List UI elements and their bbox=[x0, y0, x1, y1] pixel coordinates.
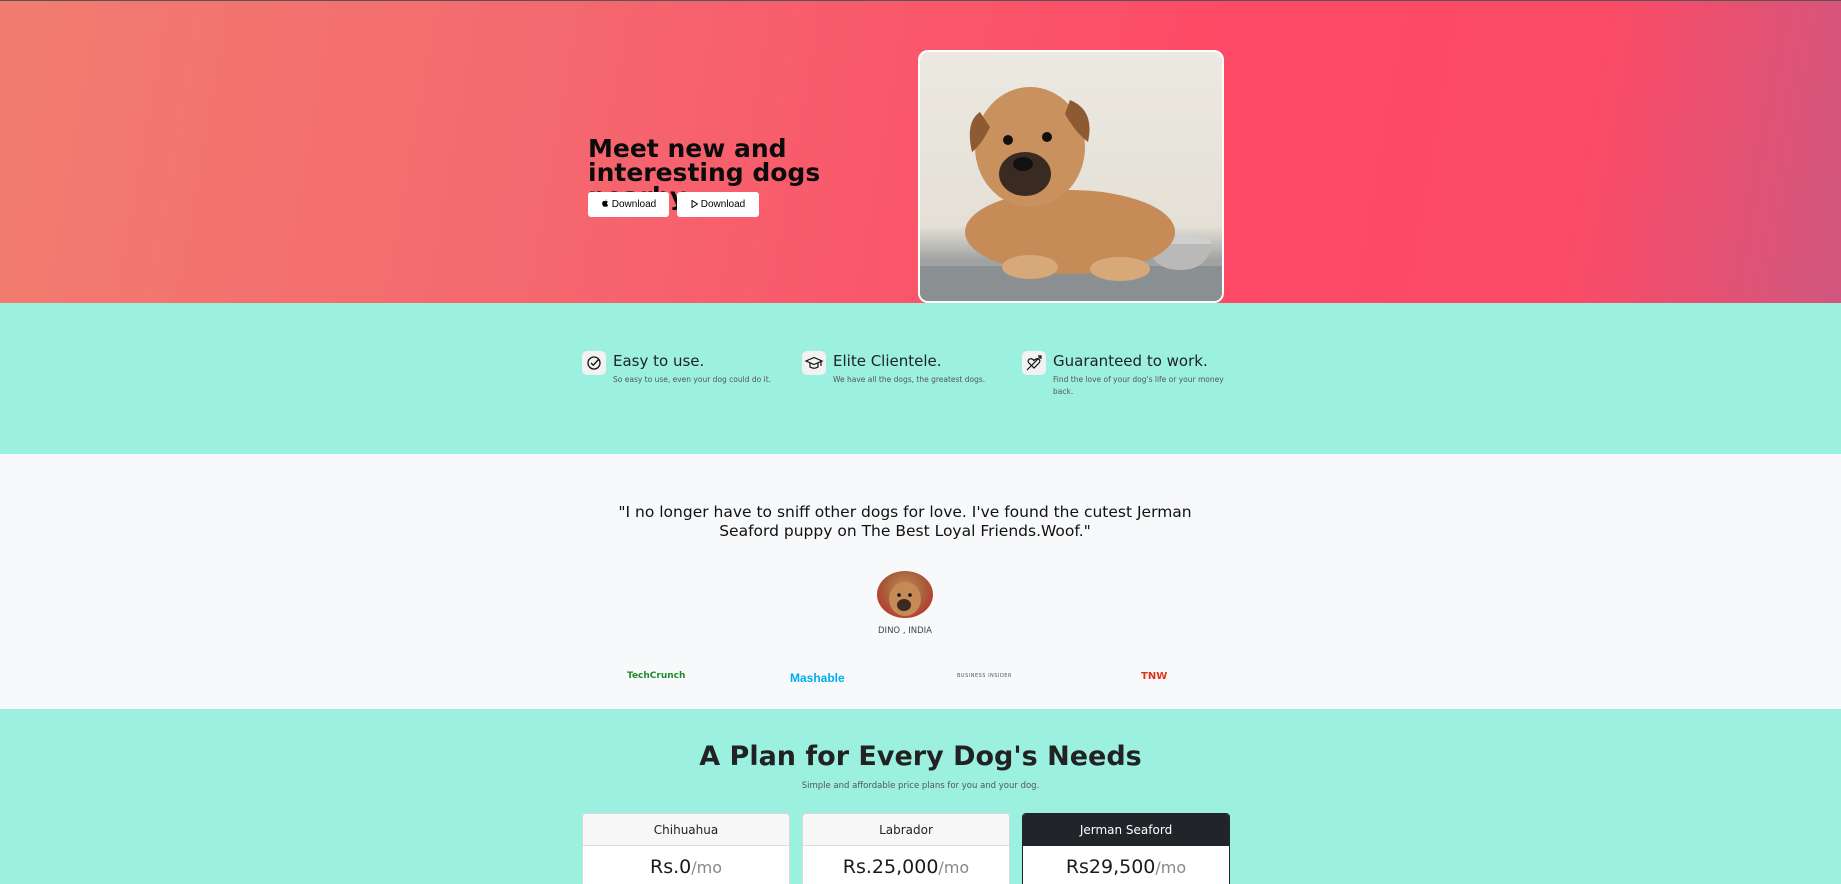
plan-name: Labrador bbox=[803, 814, 1009, 846]
plan-card-labrador: Labrador Rs.25,000/mo bbox=[802, 813, 1010, 884]
feature-description: We have all the dogs, the greatest dogs. bbox=[833, 375, 986, 384]
feature-description: Find the love of your dog's life or your… bbox=[1053, 375, 1224, 396]
feature-title: Elite Clientele. bbox=[833, 352, 942, 370]
heart-arrow-icon bbox=[1022, 351, 1046, 375]
pricing-subtitle: Simple and affordable price plans for yo… bbox=[801, 781, 1040, 791]
plan-price-period: /mo bbox=[1155, 858, 1187, 877]
pricing-title: A Plan for Every Dog's Needs bbox=[699, 741, 1142, 772]
graduation-cap-icon bbox=[802, 351, 826, 375]
puppy-photo bbox=[918, 50, 1224, 303]
plan-card-jerman-seaford: Jerman Seaford Rs29,500/mo bbox=[1022, 813, 1230, 884]
plan-name: Jerman Seaford bbox=[1023, 814, 1229, 846]
plan-price-value: Rs29,500 bbox=[1065, 856, 1156, 878]
plan-price: Rs29,500/mo bbox=[1023, 856, 1229, 878]
plan-price: Rs.25,000/mo bbox=[803, 856, 1009, 878]
check-circle-icon bbox=[582, 351, 606, 375]
testimonial-author: DINO , INDIA bbox=[878, 626, 932, 636]
plan-price-period: /mo bbox=[691, 858, 722, 877]
testimonial-quote: "I no longer have to sniff other dogs fo… bbox=[618, 503, 1192, 540]
apple-icon bbox=[601, 199, 609, 210]
plan-price-value: Rs.0 bbox=[650, 856, 692, 878]
avatar bbox=[877, 571, 933, 618]
testimonial-section: "I no longer have to sniff other dogs fo… bbox=[0, 454, 1841, 709]
pricing-section: A Plan for Every Dog's Needs Simple and … bbox=[0, 709, 1841, 884]
feature-description: So easy to use, even your dog could do i… bbox=[613, 375, 772, 384]
tnw-logo: TNW bbox=[1141, 671, 1168, 682]
techcrunch-logo: TechCrunch bbox=[627, 671, 685, 681]
feature-title: Guaranteed to work. bbox=[1053, 352, 1208, 370]
download-play-label: Download bbox=[700, 199, 746, 210]
plan-card-chihuahua: Chihuahua Rs.0/mo bbox=[582, 813, 790, 884]
download-apple-label: Download bbox=[611, 199, 657, 210]
techcrunch-logo-text: TechCrunch bbox=[627, 671, 686, 681]
business-insider-logo: BUSINESS INSIDER bbox=[957, 673, 1012, 679]
plan-price: Rs.0/mo bbox=[583, 856, 789, 878]
plan-price-period: /mo bbox=[938, 858, 970, 877]
plan-name: Chihuahua bbox=[583, 814, 789, 846]
download-play-button[interactable]: Download bbox=[677, 192, 759, 217]
plan-price-value: Rs.25,000 bbox=[842, 856, 939, 878]
play-icon bbox=[691, 199, 699, 210]
feature-title: Easy to use. bbox=[613, 352, 705, 370]
mashable-logo: Mashable bbox=[790, 671, 845, 685]
features-section: Easy to use. So easy to use, even your d… bbox=[0, 303, 1841, 454]
hero-section: Meet new and interesting dogs nearby. Do… bbox=[0, 0, 1841, 303]
download-apple-button[interactable]: Download bbox=[588, 192, 669, 217]
